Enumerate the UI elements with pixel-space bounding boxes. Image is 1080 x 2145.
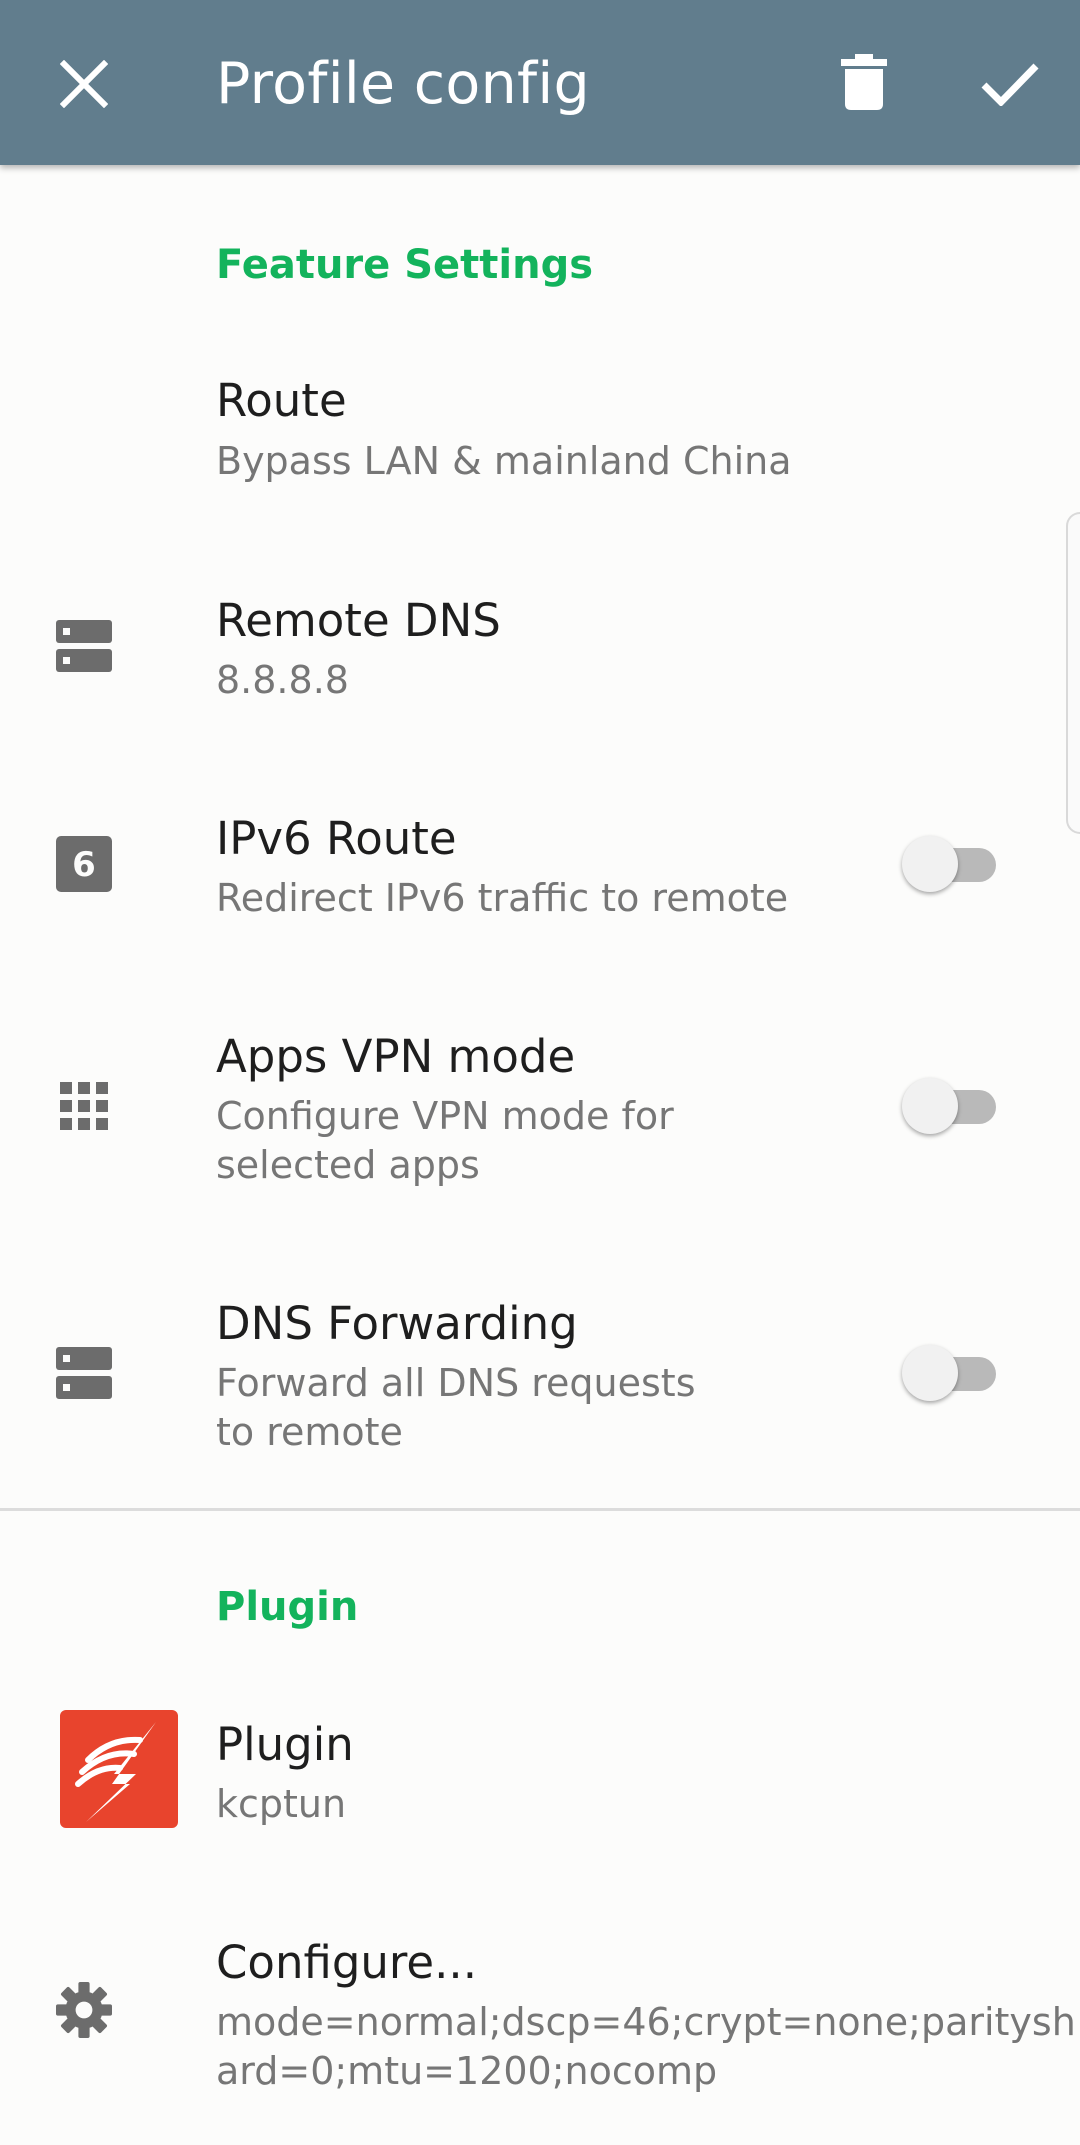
plugin-summary: kcptun	[216, 1782, 347, 1826]
section-divider	[0, 1508, 1080, 1511]
dns-forwarding-switch[interactable]	[900, 1343, 1000, 1403]
switch-thumb	[902, 836, 958, 892]
ipv6-icon-label: 6	[72, 845, 96, 885]
close-button[interactable]	[46, 46, 122, 122]
apps-vpn-mode-title: Apps VPN mode	[216, 1030, 576, 1083]
route-summary: Bypass LAN & mainland China	[216, 439, 792, 483]
remote-dns-title: Remote DNS	[216, 594, 501, 647]
apps-vpn-mode-preference[interactable]: Apps VPN mode Configure VPN mode for sel…	[0, 1014, 1080, 1214]
section-header-feature-settings: Feature Settings	[216, 242, 594, 288]
route-title: Route	[216, 374, 347, 427]
ipv6-route-preference[interactable]: 6 IPv6 Route Redirect IPv6 traffic to re…	[0, 796, 1080, 946]
close-icon	[60, 60, 108, 108]
kcptun-logo-icon	[60, 1710, 178, 1828]
configure-preference[interactable]: Configure... mode=normal;dscp=46;crypt=n…	[0, 1920, 1080, 2120]
apps-vpn-mode-summary-line2: selected apps	[216, 1143, 480, 1187]
apps-vpn-mode-switch[interactable]	[900, 1076, 1000, 1136]
configure-summary-line1: mode=normal;dscp=46;crypt=none;paritysh	[216, 2000, 1076, 2044]
delete-button[interactable]	[826, 44, 902, 120]
route-preference[interactable]: Route Bypass LAN & mainland China	[0, 360, 1080, 510]
ipv6-route-summary: Redirect IPv6 traffic to remote	[216, 876, 789, 920]
switch-thumb	[902, 1345, 958, 1401]
apps-vpn-mode-summary-line1: Configure VPN mode for	[216, 1094, 674, 1138]
configure-summary-line2: ard=0;mtu=1200;nocomp	[216, 2049, 718, 2093]
remote-dns-preference[interactable]: Remote DNS 8.8.8.8	[0, 578, 1080, 728]
ipv6-icon: 6	[56, 836, 112, 892]
dns-forwarding-summary-line2: to remote	[216, 1410, 403, 1454]
dns-forwarding-title: DNS Forwarding	[216, 1297, 578, 1350]
switch-thumb	[902, 1078, 958, 1134]
dns-server-icon	[56, 618, 112, 674]
check-icon	[981, 63, 1039, 106]
scroll-indicator[interactable]	[1066, 512, 1080, 834]
remote-dns-summary: 8.8.8.8	[216, 658, 349, 702]
app-bar: Profile config	[0, 0, 1080, 165]
gear-icon	[56, 1982, 112, 2038]
ipv6-route-title: IPv6 Route	[216, 812, 457, 865]
page-title: Profile config	[216, 51, 590, 117]
ipv6-route-switch[interactable]	[900, 834, 1000, 894]
plugin-title: Plugin	[216, 1718, 354, 1771]
configure-title: Configure...	[216, 1936, 478, 1989]
dns-server-icon	[56, 1345, 112, 1401]
dns-forwarding-summary-line1: Forward all DNS requests	[216, 1361, 696, 1405]
delete-icon	[841, 54, 887, 110]
section-header-plugin: Plugin	[216, 1584, 359, 1630]
apps-grid-icon	[56, 1078, 112, 1134]
dns-forwarding-preference[interactable]: DNS Forwarding Forward all DNS requests …	[0, 1281, 1080, 1481]
save-button[interactable]	[970, 44, 1050, 124]
